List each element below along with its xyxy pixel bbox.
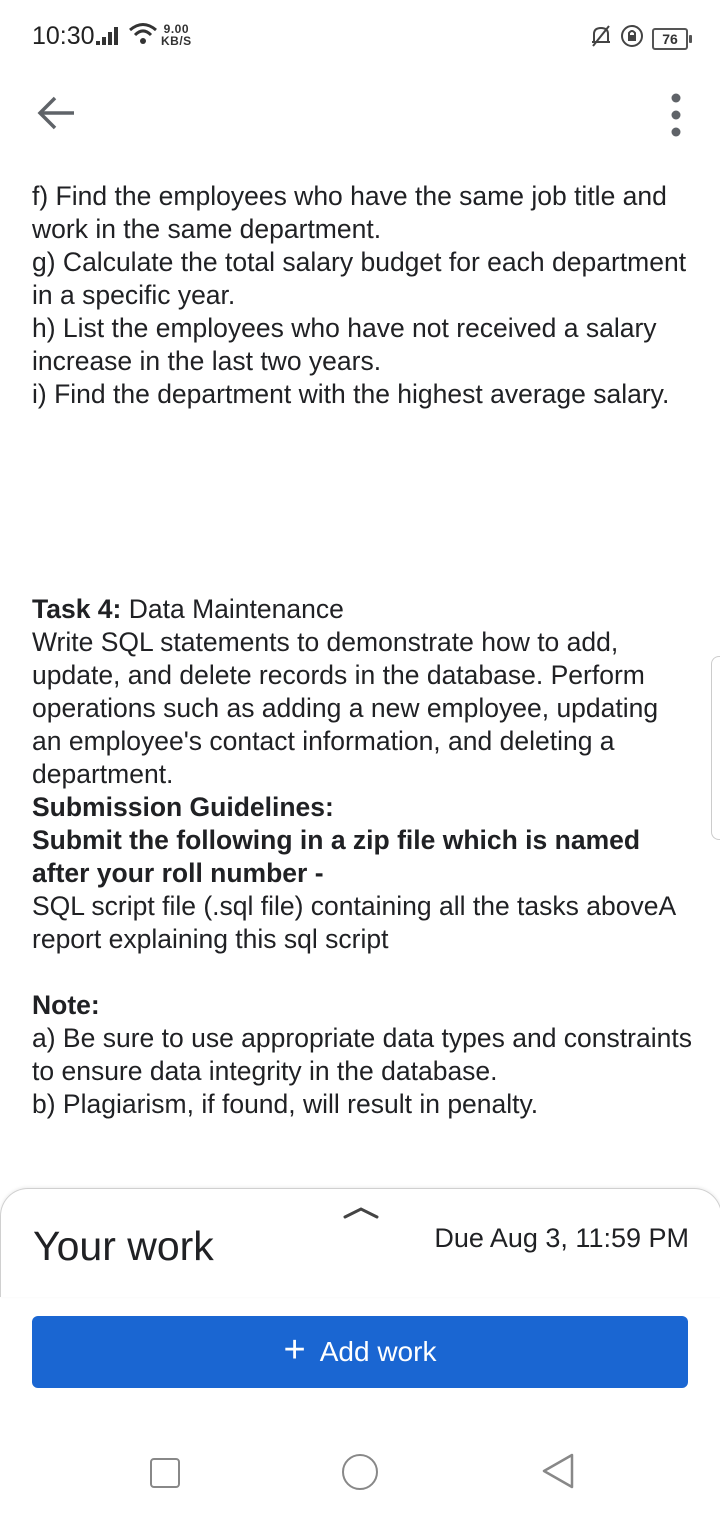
submission-instruction: Submit the following in a zip file which…	[32, 825, 641, 888]
more-vertical-icon	[671, 93, 681, 137]
item-f: f) Find the employees who have the same …	[32, 181, 667, 244]
more-options-button[interactable]	[656, 88, 696, 142]
wifi-icon	[128, 22, 158, 51]
network-speed-unit: KB/S	[161, 34, 192, 48]
submission-items: SQL script file (.sql file) containing a…	[32, 891, 675, 954]
status-right-icons: 76	[590, 24, 692, 53]
home-circle-icon[interactable]	[342, 1454, 378, 1490]
task4-body: Write SQL statements to demonstrate how …	[32, 627, 659, 789]
your-work-sheet[interactable]: Your work Due Aug 3, 11:59 PM	[0, 1188, 720, 1297]
battery-icon: 76	[652, 27, 692, 50]
network-speed: 9.00 KB/S	[161, 23, 192, 47]
system-navigation-bar	[0, 1430, 720, 1520]
note-a: a) Be sure to use appropriate data types…	[32, 1023, 692, 1086]
top-app-bar	[0, 76, 720, 156]
recents-square-icon[interactable]	[150, 1458, 180, 1488]
chevron-up-icon[interactable]	[341, 1205, 381, 1226]
item-g: g) Calculate the total salary budget for…	[32, 247, 687, 310]
note-b: b) Plagiarism, if found, will result in …	[32, 1089, 539, 1119]
task4-title: Data Maintenance	[121, 594, 344, 624]
plus-icon: +	[283, 1329, 306, 1371]
item-h: h) List the employees who have not recei…	[32, 313, 657, 376]
task4-heading: Task 4: Data Maintenance	[32, 593, 692, 626]
back-button[interactable]	[34, 90, 80, 136]
status-bar: 10:30 9.00 KB/S 76	[0, 0, 720, 76]
signal-icon	[96, 26, 122, 51]
item-i: i) Find the department with the highest …	[32, 379, 670, 409]
assignment-description: f) Find the employees who have the same …	[32, 180, 692, 1121]
status-time: 10:30	[32, 22, 95, 50]
note-heading: Note:	[32, 990, 100, 1020]
submission-heading: Submission Guidelines:	[32, 792, 334, 822]
arrow-left-icon	[37, 96, 74, 130]
back-triangle-icon[interactable]	[540, 1452, 576, 1495]
task4-label: Task 4:	[32, 594, 122, 624]
lock-rotation-icon	[620, 24, 644, 53]
scroll-indicator[interactable]	[711, 656, 720, 840]
mute-icon	[590, 24, 612, 53]
due-date: Due Aug 3, 11:59 PM	[434, 1223, 689, 1253]
your-work-title: Your work	[33, 1223, 214, 1269]
battery-level: 76	[662, 30, 678, 47]
add-work-button[interactable]: + Add work	[32, 1316, 688, 1388]
add-work-label: Add work	[319, 1336, 437, 1367]
